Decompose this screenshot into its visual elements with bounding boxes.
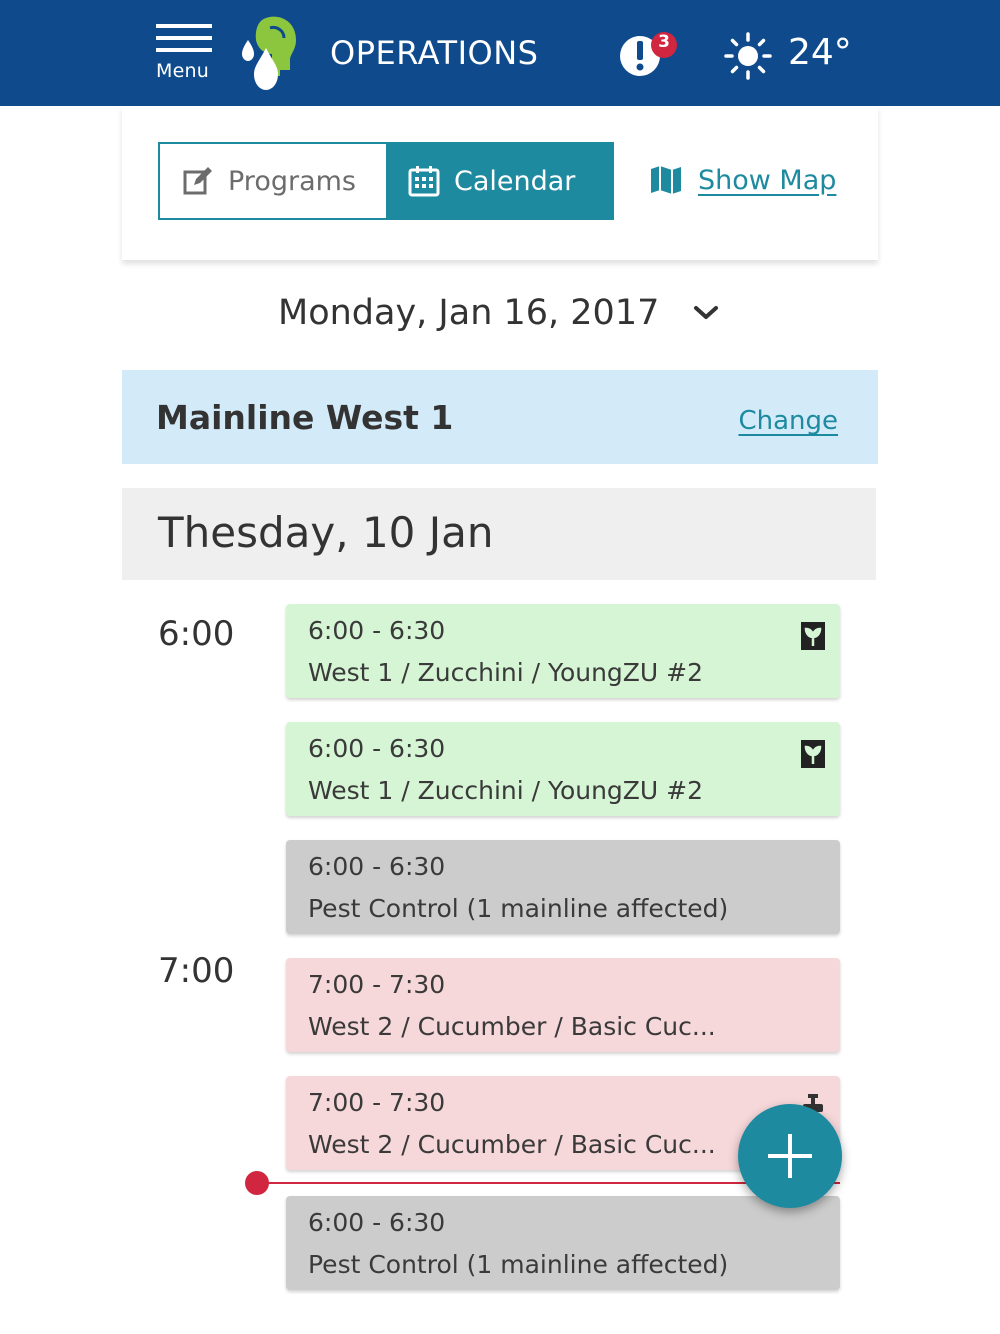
- event-card[interactable]: 7:00 - 7:30 West 2 / Cucumber / Basic Cu…: [286, 958, 840, 1052]
- tab-programs-label: Programs: [228, 165, 356, 197]
- event-description: West 1 / Zucchini / YoungZU #2: [308, 776, 704, 805]
- plus-icon-bar: [788, 1134, 792, 1178]
- selected-date: Monday, Jan 16, 2017: [278, 293, 660, 333]
- event-description: West 2 / Cucumber / Basic Cuc...: [308, 1130, 716, 1159]
- sun-icon: [724, 32, 772, 80]
- tab-calendar-label: Calendar: [454, 165, 576, 197]
- alert-count-badge: 3: [658, 32, 670, 52]
- mainline-banner: Mainline West 1 Change: [122, 370, 878, 464]
- map-icon: [651, 166, 681, 194]
- temperature: 24°: [788, 32, 852, 73]
- show-map-link[interactable]: Show Map: [650, 164, 836, 196]
- event-time: 7:00 - 7:30: [308, 1088, 446, 1117]
- day-header: Thesday, 10 Jan: [122, 488, 876, 580]
- app-title: OPERATIONS: [330, 34, 539, 72]
- calendar-icon: [408, 166, 440, 197]
- event-card[interactable]: 6:00 - 6:30 Pest Control (1 mainline aff…: [286, 1196, 840, 1290]
- event-time: 7:00 - 7:30: [308, 970, 446, 999]
- chevron-down-icon: [694, 306, 719, 319]
- time-label: 6:00: [158, 614, 235, 654]
- event-description: Pest Control (1 mainline affected): [308, 1250, 729, 1279]
- show-map-label: Show Map: [698, 164, 837, 196]
- menu-button[interactable]: Menu: [156, 24, 216, 86]
- event-card[interactable]: 6:00 - 6:30 West 1 / Zucchini / YoungZU …: [286, 722, 840, 816]
- event-card[interactable]: 6:00 - 6:30 Pest Control (1 mainline aff…: [286, 840, 840, 934]
- add-event-button[interactable]: [738, 1104, 842, 1208]
- tab-programs[interactable]: Programs: [158, 142, 386, 220]
- change-mainline-link[interactable]: Change: [738, 406, 838, 436]
- fertigation-icon: [801, 740, 825, 768]
- day-title: Thesday, 10 Jan: [158, 508, 494, 557]
- hamburger-icon-line: [156, 48, 212, 52]
- app-header: Menu OPERATIONS 3 24°: [0, 0, 1000, 106]
- current-time-marker: [245, 1171, 269, 1195]
- tab-calendar[interactable]: Calendar: [386, 142, 614, 220]
- event-time: 6:00 - 6:30: [308, 1208, 446, 1237]
- fertigation-icon: [801, 622, 825, 650]
- edit-icon: [183, 167, 212, 195]
- mainline-name: Mainline West 1: [156, 398, 454, 437]
- event-description: Pest Control (1 mainline affected): [308, 894, 729, 923]
- hamburger-icon-line: [156, 36, 212, 40]
- view-toolbar: Programs Calendar Show Map: [122, 106, 878, 260]
- event-description: West 1 / Zucchini / YoungZU #2: [308, 658, 704, 687]
- hamburger-icon: [156, 24, 212, 28]
- event-description: West 2 / Cucumber / Basic Cuc...: [308, 1012, 716, 1041]
- alerts-button[interactable]: 3: [618, 30, 680, 80]
- time-label: 7:00: [158, 951, 235, 991]
- event-card[interactable]: 6:00 - 6:30 West 1 / Zucchini / YoungZU …: [286, 604, 840, 698]
- app-logo: [242, 16, 296, 90]
- event-time: 6:00 - 6:30: [308, 734, 446, 763]
- menu-label: Menu: [156, 60, 209, 82]
- event-time: 6:00 - 6:30: [308, 852, 446, 881]
- event-time: 6:00 - 6:30: [308, 616, 446, 645]
- date-selector[interactable]: Monday, Jan 16, 2017: [278, 293, 719, 333]
